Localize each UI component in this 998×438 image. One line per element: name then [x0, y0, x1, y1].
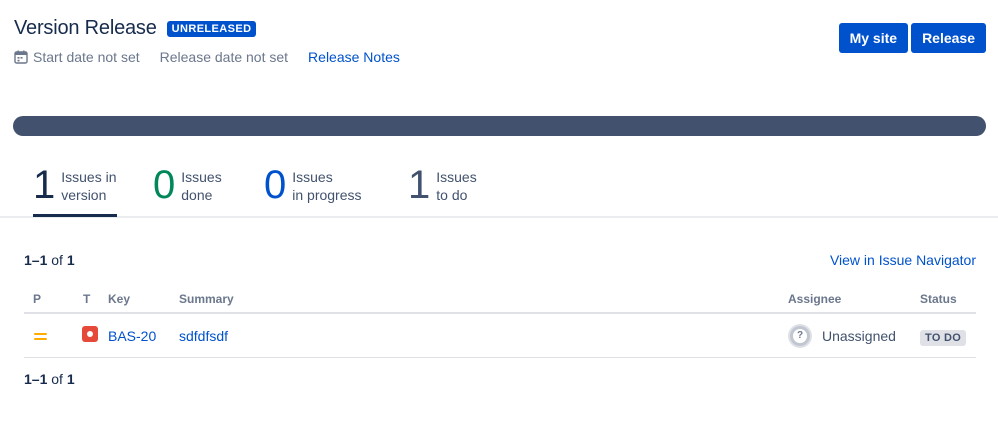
stat-label-line2: done: [181, 187, 213, 203]
col-assignee-header[interactable]: Assignee: [788, 292, 920, 306]
tab-issues-done[interactable]: 0 Issues done: [153, 162, 222, 216]
results-total: 1: [66, 252, 75, 268]
avatar: ?: [788, 323, 812, 348]
stat-value: 0: [153, 163, 176, 207]
stat-value: 0: [264, 163, 287, 207]
version-meta: Start date not set Release date not set …: [14, 49, 420, 65]
version-header: Version Release UNRELEASED Start date no…: [14, 17, 420, 65]
calendar-icon: [14, 50, 28, 64]
stat-label: Issues in version: [61, 162, 116, 204]
table-row: BAS-20 sdfdfsdf ? Unassigned TO DO: [24, 314, 976, 358]
summary-cell: sdfdfsdf: [179, 328, 788, 344]
stat-value: 1: [408, 163, 431, 207]
status-lozenge: TO DO: [920, 329, 967, 346]
results-total: 1: [66, 371, 75, 387]
issue-stats-tabs: 1 Issues in version 0 Issues done 0 Issues…: [0, 162, 998, 218]
view-in-issue-navigator-link[interactable]: View in Issue Navigator: [830, 252, 976, 268]
stat-label-line2: version: [61, 187, 107, 203]
medium-priority-icon: [34, 332, 47, 341]
tab-issues-in-version[interactable]: 1 Issues in version: [33, 162, 117, 217]
col-type-header[interactable]: T: [60, 292, 108, 306]
page-title: Version Release: [14, 17, 157, 39]
stat-label-line1: Issues: [292, 169, 333, 185]
type-cell: [60, 326, 108, 345]
priority-cell: [24, 328, 60, 344]
results-count-bottom: 1–1 of 1: [24, 371, 75, 387]
results-of: of: [51, 252, 63, 268]
release-notes-link[interactable]: Release Notes: [308, 49, 400, 65]
assignee: ? Unassigned: [788, 323, 920, 348]
my-site-button[interactable]: My site: [838, 23, 909, 53]
bug-icon: [82, 326, 98, 342]
col-priority-header[interactable]: P: [24, 292, 60, 306]
header-actions: My site Release: [838, 23, 986, 53]
stat-label: Issues in progress: [292, 162, 361, 204]
tab-issues-to-do[interactable]: 1 Issues to do: [408, 162, 477, 216]
col-status-header[interactable]: Status: [920, 292, 976, 306]
stat-label-line1: Issues in: [61, 169, 117, 185]
stat-label-line1: Issues: [436, 169, 477, 185]
results-range: 1–1: [24, 371, 48, 387]
col-summary-header[interactable]: Summary: [179, 292, 788, 306]
results-of: of: [51, 371, 63, 387]
stat-label: Issues to do: [436, 162, 476, 204]
stat-label-line2: to do: [436, 187, 468, 203]
issue-key-link[interactable]: BAS-20: [108, 328, 156, 344]
tab-issues-in-progress[interactable]: 0 Issues in progress: [264, 162, 362, 216]
stat-label: Issues done: [181, 162, 221, 204]
start-date: Start date not set: [14, 49, 140, 65]
results-range: 1–1: [24, 252, 48, 268]
results-count-top: 1–1 of 1: [24, 252, 75, 268]
issue-key-cell: BAS-20: [108, 328, 179, 344]
version-progress-bar: [13, 116, 986, 136]
table-header: P T Key Summary Assignee Status: [24, 286, 976, 314]
start-date-text: Start date not set: [33, 49, 140, 65]
stat-label-line2: in progress: [292, 187, 362, 203]
release-date: Release date not set: [159, 49, 289, 65]
unassigned-avatar-icon: ?: [793, 328, 807, 343]
stat-label-line1: Issues: [181, 169, 222, 185]
status-badge: UNRELEASED: [166, 20, 257, 37]
release-button[interactable]: Release: [911, 23, 986, 53]
assignee-name: Unassigned: [822, 327, 896, 344]
status-cell: TO DO: [920, 328, 976, 346]
title-row: Version Release UNRELEASED: [14, 17, 420, 40]
col-key-header[interactable]: Key: [108, 292, 179, 306]
issue-summary-link[interactable]: sdfdfsdf: [179, 328, 228, 344]
assignee-cell: ? Unassigned: [788, 323, 920, 348]
stat-value: 1: [33, 163, 56, 207]
issues-table: P T Key Summary Assignee Status BAS-20 s…: [24, 286, 976, 358]
